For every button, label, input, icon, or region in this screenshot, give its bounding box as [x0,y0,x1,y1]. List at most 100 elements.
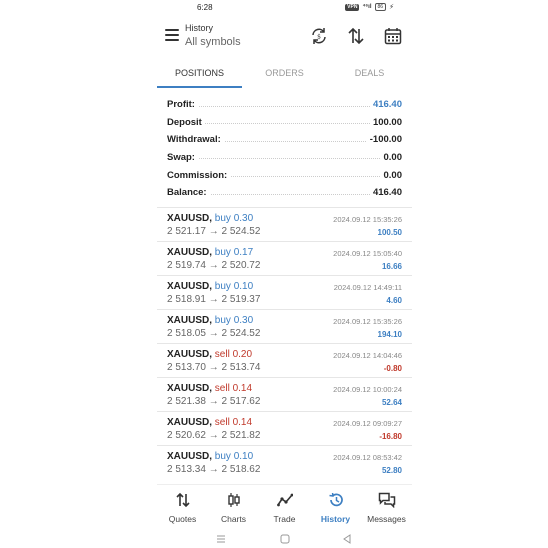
summary-commission: Commission: 0.00 [167,166,402,184]
deal-datetime: 2024.09.12 10:00:24 [333,385,402,394]
summary-label: Profit: [167,99,198,111]
summary-label: Withdrawal: [167,134,224,146]
summary-label: Commission: [167,169,231,181]
summary-value: 0.00 [380,152,402,164]
menu-icon[interactable] [165,29,179,41]
summary-balance: Balance: 416.40 [167,184,402,202]
nav-messages[interactable]: Messages [361,485,412,528]
deal-prices: 2 513.70 → 2 513.74 [167,362,261,373]
nav-label: Quotes [168,514,197,524]
nav-charts[interactable]: Charts [208,485,259,528]
charts-icon [227,493,240,507]
deal-symbol: XAUUSD, sell 0.20 [167,349,253,360]
summary-value: 416.40 [369,99,402,111]
nav-label: Messages [367,514,406,524]
deal-prices: 2 520.62 → 2 521.82 [167,430,261,441]
summary-value: 100.00 [369,116,402,128]
nav-label: Trade [273,514,296,524]
summary-deposit: Deposit 100.00 [167,114,402,132]
deal-side: buy 0.30 [214,315,254,326]
summary-value: -100.00 [366,134,402,146]
refresh-icon[interactable]: $ [309,26,329,46]
history-tabs: POSITIONS ORDERS DEALS [157,62,412,88]
list-item[interactable]: XAUUSD, buy 0.17 2 519.74 → 2 520.72 202… [157,241,412,275]
deal-side: buy 0.10 [214,281,254,292]
summary-withdrawal: Withdrawal: -100.00 [167,131,402,149]
status-icons: VPN ⁴⁶ıl 86 ⚡ [345,3,394,11]
deal-side: sell 0.14 [214,383,253,394]
quotes-icon [175,492,190,508]
deal-profit: 4.60 [386,296,402,305]
deal-prices: 2 518.05 → 2 524.52 [167,328,261,339]
summary-label: Balance: [167,187,210,199]
tab-orders[interactable]: ORDERS [242,62,327,88]
nav-history[interactable]: History [310,485,361,528]
list-item[interactable]: XAUUSD, sell 0.14 2 520.62 → 2 521.82 20… [157,411,412,445]
nav-label: Charts [220,514,247,524]
deal-symbol: XAUUSD, sell 0.14 [167,383,253,394]
app-header: History All symbols $ [157,18,412,58]
back-icon[interactable] [341,534,353,544]
deal-prices: 2 521.17 → 2 524.52 [167,226,261,237]
deal-prices: 2 518.91 → 2 519.37 [167,294,261,305]
tab-deals[interactable]: DEALS [327,62,412,88]
status-bar: 6:28 VPN ⁴⁶ıl 86 ⚡ [157,0,412,16]
deal-symbol: XAUUSD, buy 0.30 [167,315,254,326]
deal-symbol: XAUUSD, buy 0.30 [167,213,254,224]
deal-datetime: 2024.09.12 15:35:26 [333,215,402,224]
deal-prices: 2 519.74 → 2 520.72 [167,260,261,271]
calendar-icon[interactable] [383,26,403,46]
deal-symbol: XAUUSD, buy 0.17 [167,247,254,258]
home-icon[interactable] [279,534,291,544]
deal-profit: -16.80 [379,432,402,441]
deal-datetime: 2024.09.12 09:09:27 [333,419,402,428]
system-nav-bar [157,530,412,548]
nav-label: History [320,514,351,524]
deal-datetime: 2024.09.12 15:35:26 [333,317,402,326]
deal-prices: 2 513.34 → 2 518.62 [167,464,261,475]
charging-icon: ⚡ [389,4,394,11]
symbol-filter[interactable]: All symbols [185,36,241,48]
battery-icon: 86 [374,3,387,11]
deal-symbol: XAUUSD, sell 0.14 [167,417,253,428]
deal-symbol: XAUUSD, buy 0.10 [167,451,254,462]
nav-trade[interactable]: Trade [259,485,310,528]
nav-quotes[interactable]: Quotes [157,485,208,528]
deal-profit: 194.10 [377,330,402,339]
deal-datetime: 2024.09.12 14:49:11 [333,283,402,292]
messages-icon [378,492,395,509]
list-item[interactable]: XAUUSD, buy 0.30 2 518.05 → 2 524.52 202… [157,309,412,343]
tab-positions[interactable]: POSITIONS [157,62,242,88]
deal-profit: 16.66 [381,262,402,271]
deal-profit: 100.50 [377,228,402,237]
list-item[interactable]: XAUUSD, sell 0.14 2 521.38 → 2 517.62 20… [157,377,412,411]
deal-side: buy 0.10 [214,451,254,462]
deal-profit: 52.64 [381,398,402,407]
summary-label: Deposit [167,116,205,128]
deal-side: buy 0.17 [214,247,254,258]
deal-side: buy 0.30 [214,213,254,224]
svg-text:$: $ [317,34,321,41]
summary-swap: Swap: 0.00 [167,149,402,167]
summary-profit: Profit: 416.40 [167,96,402,114]
deal-side: sell 0.14 [214,417,253,428]
vpn-badge: VPN [345,3,360,11]
list-item[interactable]: XAUUSD, sell 0.20 2 513.70 → 2 513.74 20… [157,343,412,377]
list-item[interactable]: XAUUSD, buy 0.10 2 518.91 → 2 519.37 202… [157,275,412,309]
deal-profit: -0.80 [383,364,402,373]
deal-symbol: XAUUSD, buy 0.10 [167,281,254,292]
deals-list: XAUUSD, buy 0.30 2 521.17 → 2 524.52 202… [157,207,412,479]
list-item[interactable]: XAUUSD, buy 0.10 2 513.34 → 2 518.62 202… [157,445,412,479]
summary-value: 416.40 [369,187,402,199]
deal-side: sell 0.20 [214,349,253,360]
list-item[interactable]: XAUUSD, buy 0.30 2 521.17 → 2 524.52 202… [157,207,412,241]
deal-prices: 2 521.38 → 2 517.62 [167,396,261,407]
page-title: History [185,23,214,33]
deal-datetime: 2024.09.12 14:04:46 [333,351,402,360]
deal-datetime: 2024.09.12 15:05:40 [333,249,402,258]
signal-icon: ⁴⁶ıl [362,4,372,10]
recent-apps-icon[interactable] [215,534,227,544]
sort-icon[interactable] [346,26,366,46]
summary-value: 0.00 [380,169,402,181]
deal-datetime: 2024.09.12 08:53:42 [333,453,402,462]
